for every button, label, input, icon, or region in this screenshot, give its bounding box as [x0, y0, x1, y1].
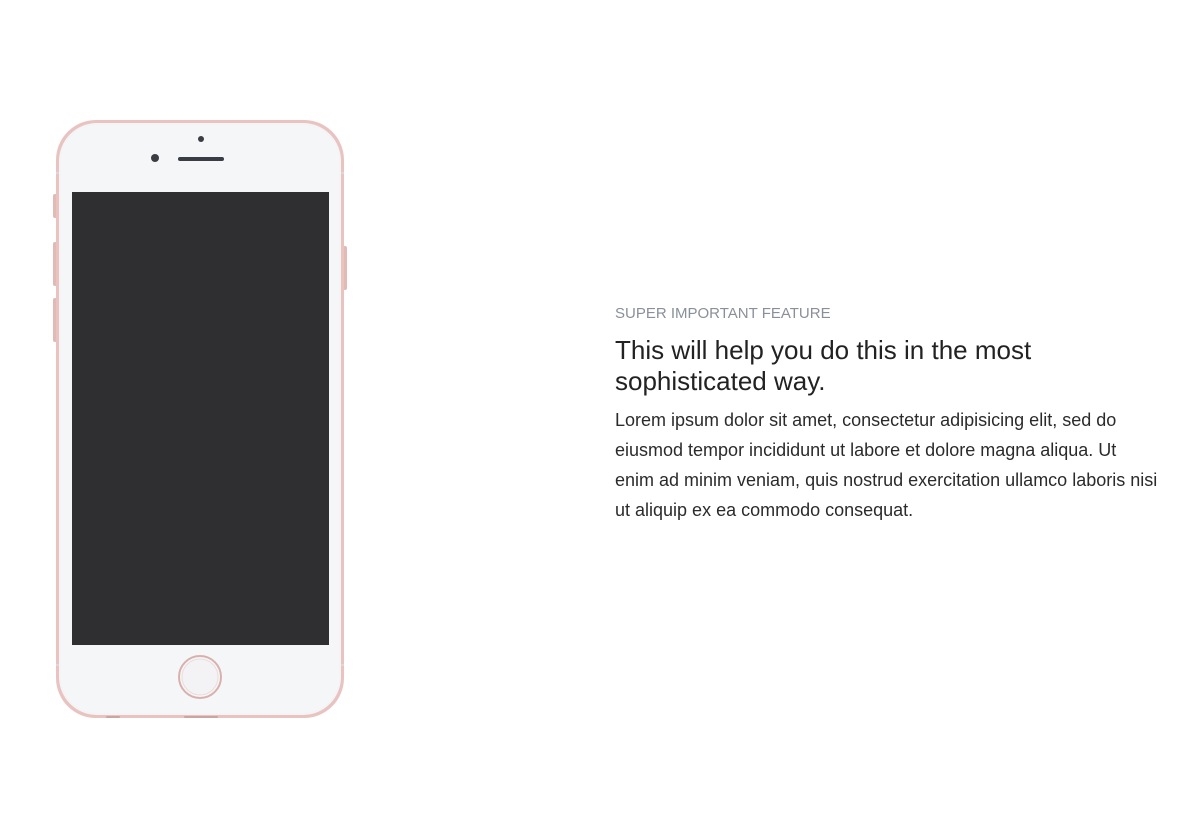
- feature-section: SUPER IMPORTANT FEATURE This will help y…: [615, 305, 1160, 525]
- phone-antenna-line-top: [56, 172, 59, 174]
- feature-description: Lorem ipsum dolor sit amet, consectetur …: [615, 410, 1158, 520]
- phone-bottom-speaker-left: [106, 716, 120, 718]
- phone-bottom-port: [184, 716, 218, 718]
- phone-antenna-line-bottom: [56, 664, 59, 666]
- phone-illustration: [53, 120, 347, 718]
- phone-home-button-inner: [181, 658, 219, 696]
- phone-earpiece: [178, 157, 224, 161]
- phone-antenna-line-bottom-right: [341, 664, 344, 666]
- phone-front-camera: [151, 154, 159, 162]
- feature-headline: This will help you do this in the most s…: [615, 335, 1032, 396]
- phone-screen: [72, 192, 329, 645]
- phone-mockup: [52, 120, 348, 720]
- feature-eyebrow: SUPER IMPORTANT FEATURE: [615, 305, 831, 322]
- phone-antenna-line-top-right: [341, 172, 344, 174]
- phone-sensor: [198, 136, 204, 142]
